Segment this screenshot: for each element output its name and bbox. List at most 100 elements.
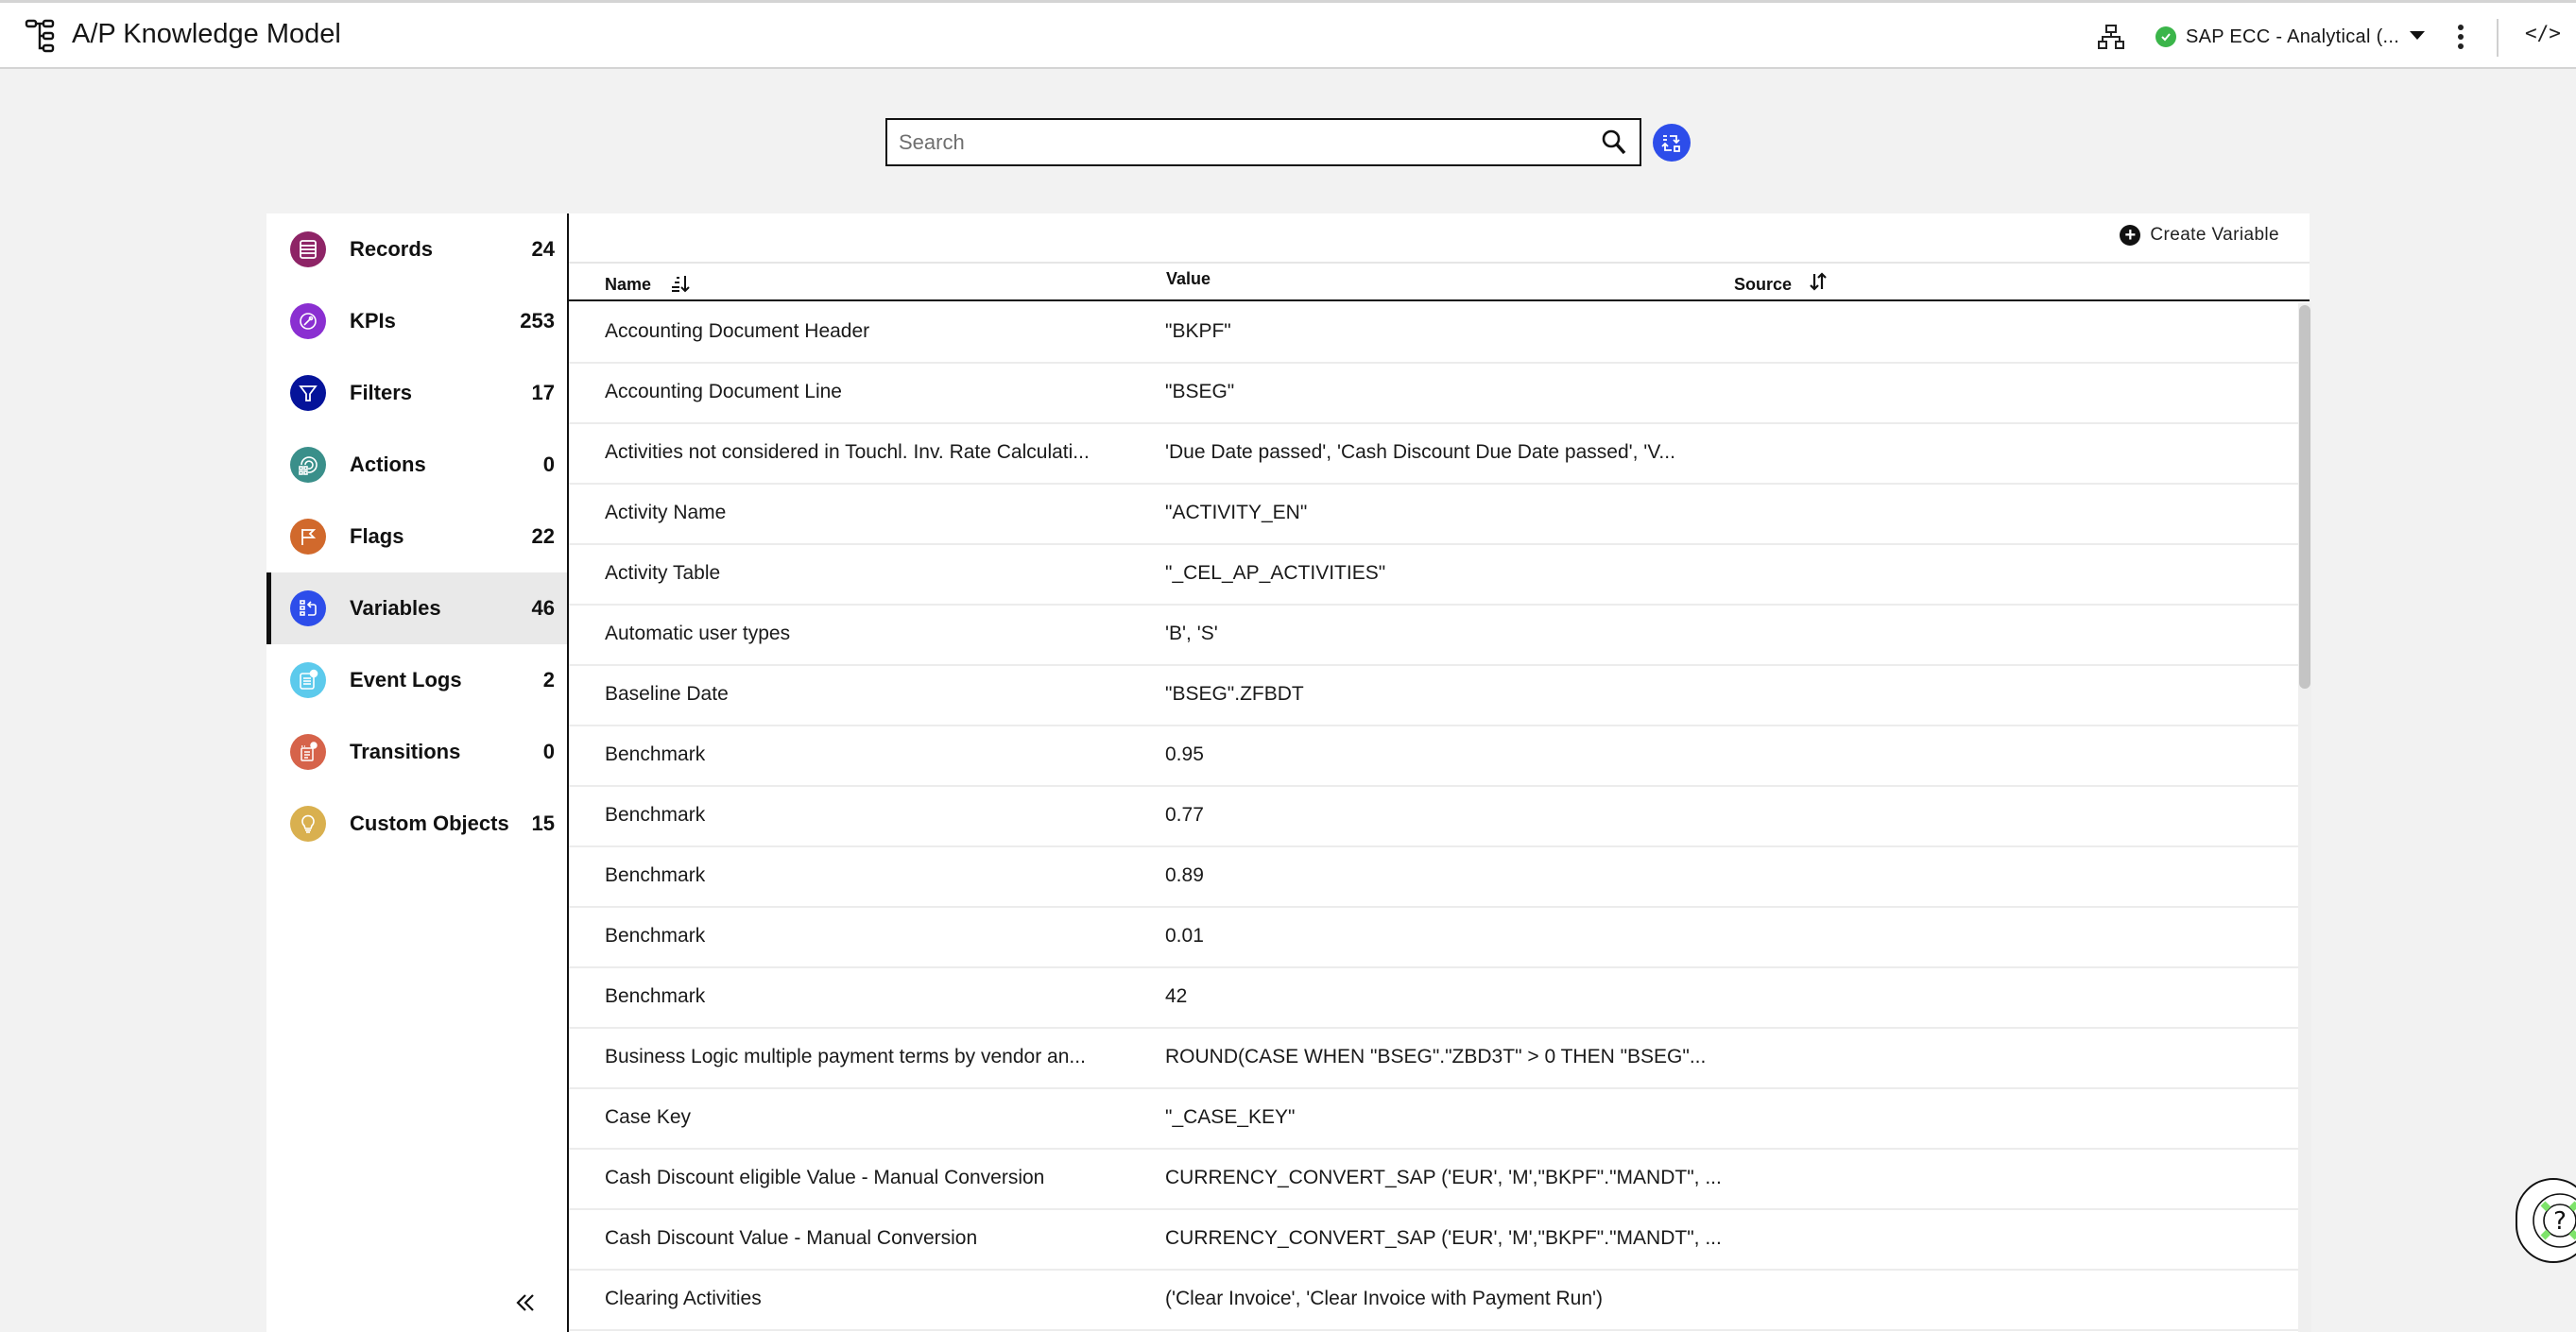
- sidebar-item-label: Transitions: [350, 740, 461, 763]
- sort-toggle-icon[interactable]: [1807, 271, 1829, 292]
- table-row[interactable]: Benchmark 0.95: [569, 726, 2298, 787]
- sidebar-item-filters[interactable]: Filters 17: [266, 357, 567, 429]
- hierarchy-icon[interactable]: [2098, 24, 2124, 50]
- scrollbar-thumb[interactable]: [2299, 305, 2310, 689]
- search-icon[interactable]: [1600, 128, 1628, 157]
- transitions-icon: [290, 734, 326, 770]
- lightbulb-icon: [290, 806, 326, 842]
- kebab-menu-icon[interactable]: [2453, 22, 2468, 52]
- sidebar-item-count: 17: [531, 381, 555, 404]
- page-title: A/P Knowledge Model: [72, 19, 341, 49]
- records-icon: [290, 231, 326, 267]
- column-header-name[interactable]: Name: [605, 275, 651, 295]
- collapse-sidebar-icon[interactable]: [512, 1289, 541, 1317]
- sidebar-item-actions[interactable]: Actions 0: [266, 429, 567, 501]
- variable-value: "BSEG".ZFBDT: [1165, 683, 1304, 705]
- table-row[interactable]: Activity Name "ACTIVITY_EN": [569, 485, 2298, 545]
- sidebar-item-count: 22: [531, 524, 555, 548]
- variable-name: Clearing Activities: [605, 1288, 762, 1309]
- switch-view-button[interactable]: [1653, 124, 1691, 162]
- table-row[interactable]: Benchmark 0.77: [569, 787, 2298, 847]
- variable-value: "ACTIVITY_EN": [1165, 502, 1308, 523]
- table-row[interactable]: Automatic user types 'B', 'S': [569, 606, 2298, 666]
- table-scrollbar[interactable]: [2298, 303, 2311, 1332]
- table-row[interactable]: Benchmark 42: [569, 968, 2298, 1029]
- filter-funnel-icon: [290, 375, 326, 411]
- variable-name: Benchmark: [605, 804, 706, 826]
- variable-name: Accounting Document Line: [605, 381, 842, 402]
- variable-value: 0.89: [1165, 864, 1204, 886]
- variable-name: Cash Discount Value - Manual Conversion: [605, 1227, 978, 1249]
- help-button[interactable]: ?: [2516, 1178, 2576, 1263]
- variables-table-body: Accounting Document Header "BKPF" Accounti…: [569, 303, 2298, 1332]
- variable-value: 'Due Date passed', 'Cash Discount Due Da…: [1165, 441, 1675, 463]
- sidebar-item-transitions[interactable]: Transitions 0: [266, 716, 567, 788]
- variable-name: Cash Discount eligible Value - Manual Co…: [605, 1167, 1045, 1188]
- variable-value: CURRENCY_CONVERT_SAP ('EUR', 'M',"BKPF".…: [1165, 1167, 1722, 1188]
- sidebar-item-label: Flags: [350, 524, 404, 548]
- flag-icon: [290, 519, 326, 555]
- sidebar-item-records[interactable]: Records 24: [266, 213, 567, 285]
- variable-name: Benchmark: [605, 743, 706, 765]
- variables-icon: [290, 590, 326, 626]
- table-row[interactable]: Business Logic multiple payment terms by…: [569, 1029, 2298, 1089]
- sidebar-item-label: Filters: [350, 381, 413, 404]
- variable-name: Benchmark: [605, 864, 706, 886]
- sidebar-item-event-logs[interactable]: Event Logs 2: [266, 644, 567, 716]
- column-header-source[interactable]: Source: [1734, 275, 1792, 295]
- create-variable-label: Create Variable: [2150, 225, 2279, 245]
- variable-value: 0.95: [1165, 743, 1204, 765]
- table-row[interactable]: Baseline Date "BSEG".ZFBDT: [569, 666, 2298, 726]
- variable-name: Business Logic multiple payment terms by…: [605, 1046, 1086, 1067]
- panel-toolbar: + Create Variable: [569, 213, 2310, 264]
- table-row[interactable]: Clearing Activities ('Clear Invoice', 'Cl…: [569, 1271, 2298, 1331]
- variable-name: Case Key: [605, 1106, 692, 1128]
- variable-value: 'B', 'S': [1165, 623, 1218, 644]
- caret-down-icon[interactable]: [2410, 31, 2425, 40]
- column-header-value[interactable]: Value: [1166, 269, 1211, 289]
- connection-label: SAP ECC - Analytical (...: [2186, 26, 2400, 47]
- header-divider: [2497, 19, 2499, 57]
- event-log-icon: [290, 662, 326, 698]
- table-row[interactable]: Accounting Document Header "BKPF": [569, 303, 2298, 364]
- sidebar-item-count: 0: [542, 740, 555, 763]
- variable-value: 0.77: [1165, 804, 1204, 826]
- variable-name: Activity Table: [605, 562, 721, 584]
- sidebar: Records 24 KPIs 253 Filters 17 Actions 0…: [266, 213, 567, 1332]
- table-row[interactable]: Activity Table "_CEL_AP_ACTIVITIES": [569, 545, 2298, 606]
- sidebar-item-count: 46: [531, 596, 555, 620]
- sidebar-item-variables[interactable]: Variables 46: [266, 572, 567, 644]
- kpi-compass-icon: [290, 303, 326, 339]
- create-variable-button[interactable]: + Create Variable: [2120, 225, 2279, 246]
- search-input[interactable]: [899, 128, 1579, 158]
- sidebar-item-label: Variables: [350, 596, 441, 620]
- sidebar-item-count: 2: [542, 668, 555, 692]
- actions-icon: [290, 447, 326, 483]
- sidebar-item-count: 15: [531, 811, 555, 835]
- table-row[interactable]: Activities not considered in Touchl. Inv…: [569, 424, 2298, 485]
- sidebar-item-custom-objects[interactable]: Custom Objects 15: [266, 788, 567, 860]
- table-row[interactable]: Cash Discount eligible Value - Manual Co…: [569, 1150, 2298, 1210]
- table-row[interactable]: Benchmark 0.01: [569, 908, 2298, 968]
- table-row[interactable]: Benchmark 0.89: [569, 847, 2298, 908]
- table-row[interactable]: Cash Discount Value - Manual Conversion C…: [569, 1210, 2298, 1271]
- sidebar-item-kpis[interactable]: KPIs 253: [266, 285, 567, 357]
- plus-circle-icon: +: [2120, 225, 2141, 246]
- variables-panel: + Create Variable Name Value Source Acco…: [567, 213, 2311, 1332]
- connection-selector[interactable]: SAP ECC - Analytical (...: [2155, 22, 2399, 52]
- search-box: [885, 118, 1641, 166]
- help-lifebuoy-icon: ?: [2533, 1193, 2576, 1248]
- variable-name: Baseline Date: [605, 683, 729, 705]
- code-icon[interactable]: </>: [2525, 22, 2561, 44]
- switch-arrows-icon: [1661, 135, 1680, 152]
- sidebar-item-flags[interactable]: Flags 22: [266, 501, 567, 572]
- table-row[interactable]: Case Key "_CASE_KEY": [569, 1089, 2298, 1150]
- variable-value: ROUND(CASE WHEN "BSEG"."ZBD3T" > 0 THEN …: [1165, 1046, 1707, 1067]
- variable-name: Automatic user types: [605, 623, 791, 644]
- variable-value: "BKPF": [1165, 320, 1231, 342]
- sort-ascending-icon[interactable]: [669, 273, 692, 294]
- variable-value: "_CEL_AP_ACTIVITIES": [1165, 562, 1386, 584]
- variable-name: Accounting Document Header: [605, 320, 870, 342]
- table-row[interactable]: Accounting Document Line "BSEG": [569, 364, 2298, 424]
- sidebar-item-label: Records: [350, 237, 434, 261]
